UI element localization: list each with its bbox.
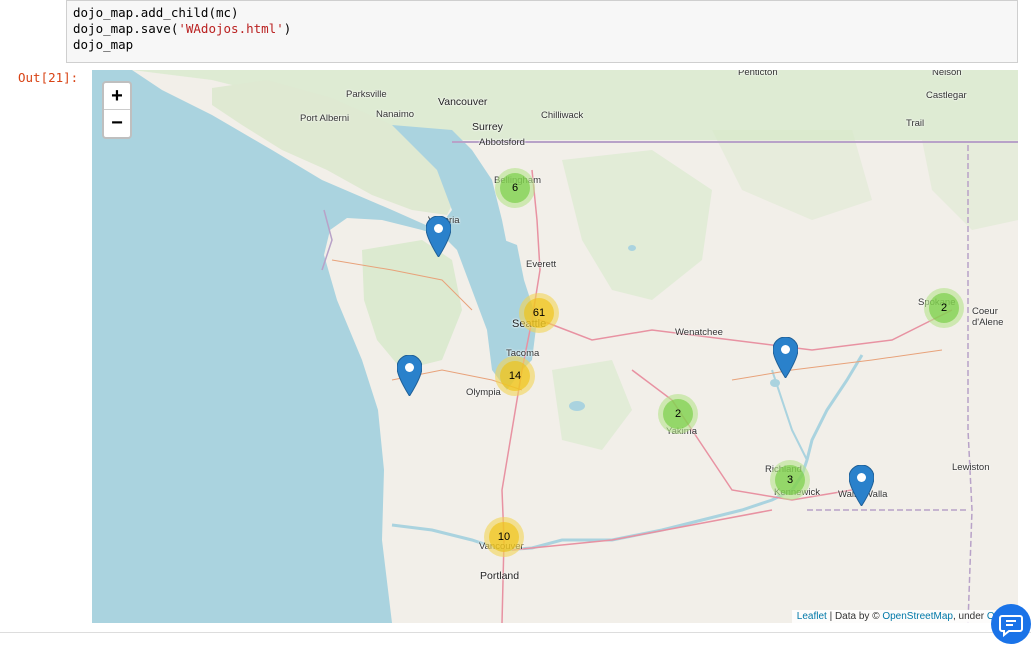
cell-divider (0, 632, 1031, 633)
place-label-port-alberni: Port Alberni (300, 113, 350, 124)
zoom-control: + − (102, 81, 132, 139)
leaflet-link[interactable]: Leaflet (797, 611, 827, 622)
attribution-text: , under (952, 611, 987, 622)
map-marker-icon[interactable] (773, 337, 798, 378)
code-cell[interactable]: dojo_map.add_child(mc) dojo_map.save('WA… (66, 0, 1018, 63)
code-line-1: dojo_map.add_child(mc) (73, 5, 239, 20)
marker-cluster-vancouver[interactable]: 10 (484, 517, 524, 557)
cluster-count: 2 (929, 293, 959, 323)
place-label-trail: Trail (906, 118, 925, 129)
map-marker-icon[interactable] (397, 355, 422, 396)
zoom-out-button[interactable]: − (104, 110, 130, 136)
place-label-parksville: Parksville (346, 89, 387, 100)
place-label-nanaimo: Nanaimo (376, 109, 415, 120)
leaflet-map[interactable]: Penticton Nelson Parksville Vancouver Ca… (92, 70, 1018, 623)
map-marker-icon[interactable] (849, 465, 874, 506)
code-text: dojo_map.save( (73, 21, 179, 36)
place-label-wenatchee: Wenatchee (675, 327, 723, 338)
place-label-penticton: Penticton (738, 70, 778, 78)
place-label-nelson: Nelson (932, 70, 962, 78)
place-label-portland: Portland (480, 570, 520, 582)
marker-cluster-tri-cities[interactable]: 3 (770, 460, 810, 500)
chat-button[interactable] (991, 604, 1031, 644)
marker-cluster-tacoma[interactable]: 14 (495, 356, 535, 396)
cluster-count: 14 (500, 361, 530, 391)
output-prompt: Out[21]: (18, 70, 79, 85)
zoom-in-button[interactable]: + (104, 83, 130, 110)
place-label-abbotsford: Abbotsford (479, 137, 525, 148)
cluster-count: 6 (500, 173, 530, 203)
place-label-lewiston: Lewiston (952, 462, 990, 473)
cluster-count: 2 (663, 399, 693, 429)
map-marker-icon[interactable] (426, 216, 451, 257)
code-string: 'WAdojos.html' (178, 21, 284, 36)
cluster-count: 61 (524, 298, 554, 328)
place-label-vancouver-bc: Vancouver (438, 96, 488, 108)
cluster-count: 3 (775, 465, 805, 495)
marker-cluster-bellingham[interactable]: 6 (495, 168, 535, 208)
marker-cluster-seattle[interactable]: 61 (519, 293, 559, 333)
map-attribution: Leaflet | Data by © OpenStreetMap, under… (791, 610, 1018, 623)
place-label-olympia: Olympia (466, 387, 501, 398)
attribution-text: | Data by © (826, 611, 883, 622)
code-line-3: dojo_map (73, 37, 134, 52)
place-label-coeur-dalene: Coeur d'Alene (972, 306, 1004, 328)
marker-cluster-yakima[interactable]: 2 (658, 394, 698, 434)
marker-cluster-spokane[interactable]: 2 (924, 288, 964, 328)
place-label-everett: Everett (526, 259, 557, 270)
place-label-chilliwack: Chilliwack (541, 110, 584, 121)
place-label-surrey: Surrey (472, 121, 503, 133)
code-line-2: dojo_map.save('WAdojos.html') (73, 21, 291, 36)
openstreetmap-link[interactable]: OpenStreetMap (882, 611, 953, 622)
code-text: ) (283, 21, 292, 36)
cluster-count: 10 (489, 522, 519, 552)
map-tiles (92, 70, 1018, 623)
place-label-castlegar: Castlegar (926, 90, 967, 101)
chat-icon (999, 615, 1023, 638)
